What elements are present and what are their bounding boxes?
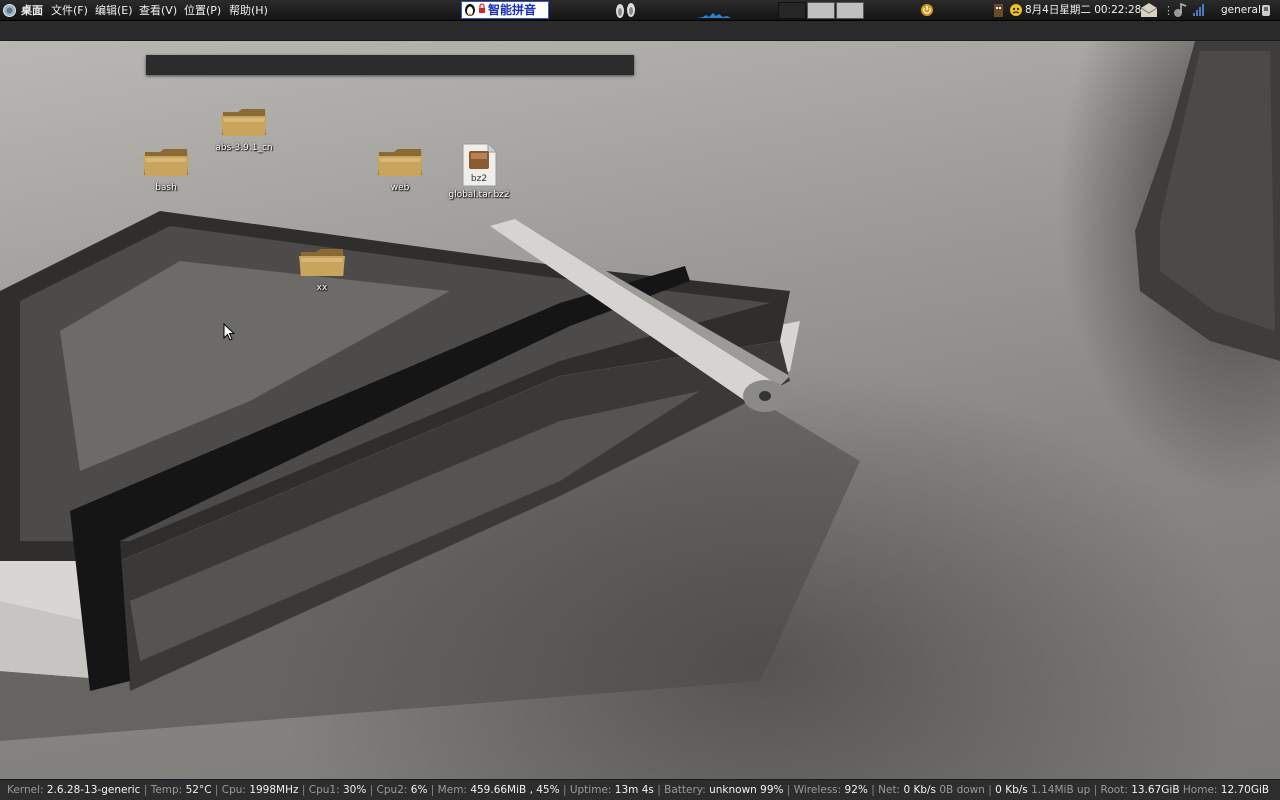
icon-label: global.tar.bz2 — [448, 190, 510, 200]
folder-icon — [221, 109, 267, 136]
menu-view[interactable]: 查看(V) — [139, 0, 177, 21]
status-separator: | — [143, 784, 151, 796]
network-graph-icon — [697, 4, 739, 19]
window-list-panel — [0, 21, 1280, 41]
menu-edit[interactable]: 编辑(E) — [95, 0, 133, 21]
desktop-icon-abs[interactable]: abs-3.9.1_cn — [204, 107, 284, 153]
status-kernel: Kernel: 2.6.28-13-generic — [7, 784, 141, 796]
icon-label: web — [390, 183, 410, 193]
status-temp: Temp: 52°C — [150, 784, 212, 796]
status-separator: | — [430, 784, 438, 796]
clock[interactable]: 8月4日星期二 00:22:28 — [1025, 0, 1141, 21]
menu-help[interactable]: 帮助(H) — [229, 0, 268, 21]
workspace-1[interactable] — [778, 2, 806, 19]
user-name[interactable]: general — [1221, 0, 1261, 21]
status-cpu2: Cpu2: 6% — [376, 784, 428, 796]
workspace-2[interactable] — [807, 2, 835, 19]
ime-label: 智能拼音 — [488, 3, 537, 17]
menu-file[interactable]: 文件(F) — [51, 0, 88, 21]
icon-label: xx — [316, 283, 328, 293]
main-menu-icon[interactable] — [2, 3, 17, 18]
status-separator: | — [1093, 784, 1098, 796]
status-separator: | — [369, 784, 377, 796]
workspace-3[interactable] — [836, 2, 864, 19]
icon-label: bash — [155, 183, 177, 193]
status-separator: | — [562, 784, 570, 796]
lock-icon — [478, 3, 486, 17]
desktop-icon-xx[interactable]: xx — [282, 247, 362, 293]
status-separator: | — [301, 784, 306, 796]
status-uptime: Uptime: 13m 4s — [569, 784, 654, 796]
status-net-down: Net: 0 Kb/s 0B down — [878, 784, 985, 796]
top-panel: 桌面 文件(F) 编辑(E) 查看(V) 位置(P) 帮助(H) 智能拼音 8月… — [0, 0, 1280, 21]
desktop-icon-global-archive[interactable]: bz2 global.tar.bz2 — [439, 143, 519, 200]
ime-indicator[interactable]: 智能拼音 — [461, 1, 549, 19]
mouse-cursor-icon — [223, 323, 235, 341]
status-root: Root: 13.67GiB — [1100, 784, 1180, 796]
power-icon[interactable] — [920, 3, 934, 18]
folder-icon — [143, 149, 189, 176]
status-separator: | — [214, 784, 222, 796]
wireless-signal-icon[interactable] — [1192, 3, 1206, 18]
desktop-widget-strip — [146, 55, 634, 75]
footprint-applet-icon[interactable] — [612, 2, 640, 19]
menu-places[interactable]: 位置(P) — [184, 0, 221, 21]
menu-desktop[interactable]: 桌面 — [21, 0, 43, 21]
folder-icon — [299, 249, 345, 276]
archive-file-icon: bz2 — [462, 143, 497, 187]
status-net-up: 0 Kb/s 1.14MiB up — [995, 784, 1091, 796]
totem-applet-icon[interactable] — [993, 3, 1004, 18]
status-mem: Mem: 459.66MiB , 45% — [437, 784, 560, 796]
icon-label: abs-3.9.1_cn — [215, 143, 273, 153]
desktop-icon-web[interactable]: web — [360, 147, 440, 193]
system-status-bar: Kernel: 2.6.28-13-generic | Temp: 52°C |… — [0, 779, 1280, 800]
emoticon-icon[interactable] — [1009, 3, 1023, 18]
status-battery: Battery: unknown 99% — [664, 784, 784, 796]
status-cpu1: Cpu1: 30% — [308, 784, 367, 796]
status-wireless: Wireless: 92% — [793, 784, 868, 796]
status-home: Home: 12.70GiB — [1182, 784, 1270, 796]
shutdown-user-icon[interactable] — [1259, 3, 1273, 18]
status-separator: | — [657, 784, 661, 796]
status-separator: | — [786, 784, 791, 796]
volume-icon[interactable] — [1172, 2, 1188, 19]
penguin-icon — [464, 2, 476, 19]
folder-icon — [377, 149, 423, 176]
desktop-icon-bash[interactable]: bash — [126, 147, 206, 193]
archive-badge: bz2 — [471, 174, 487, 184]
status-cpu: Cpu: 1998MHz — [221, 784, 299, 796]
mail-icon[interactable] — [1140, 2, 1158, 19]
